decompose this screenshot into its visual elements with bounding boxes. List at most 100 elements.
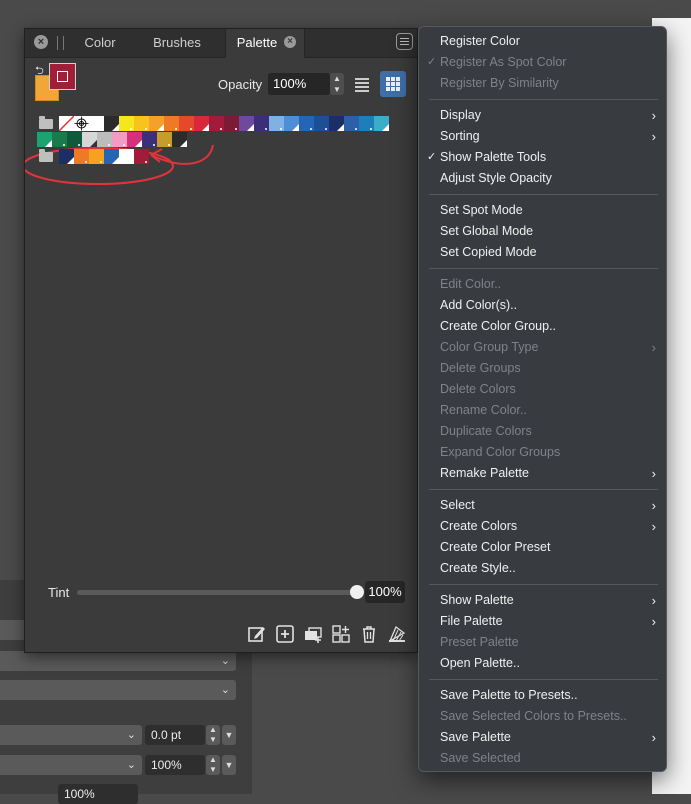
menu-item-register-color[interactable]: Register Color — [419, 31, 666, 52]
bg-dropdown-3[interactable]: ⌄ — [0, 680, 236, 700]
color-swatch[interactable] — [74, 116, 89, 131]
color-swatch[interactable] — [142, 132, 157, 147]
color-swatch[interactable] — [344, 116, 359, 131]
color-swatch[interactable] — [359, 116, 374, 131]
color-swatch[interactable] — [37, 132, 52, 147]
close-tab-icon[interactable]: × — [284, 36, 296, 48]
color-swatch[interactable] — [299, 116, 314, 131]
color-swatch[interactable] — [209, 116, 224, 131]
remake-palette-icon[interactable] — [387, 624, 407, 644]
tint-slider-handle[interactable] — [350, 585, 364, 599]
menu-item-create-color-preset[interactable]: Create Color Preset — [419, 537, 666, 558]
menu-item-create-color-group[interactable]: Create Color Group.. — [419, 316, 666, 337]
menu-item-label: Show Palette Tools — [440, 150, 547, 164]
color-swatch[interactable] — [224, 116, 239, 131]
color-swatch[interactable] — [134, 149, 149, 164]
menu-item-select[interactable]: Select › — [419, 495, 666, 516]
menu-separator — [429, 679, 658, 680]
tint-slider[interactable] — [77, 590, 358, 595]
annotation-arrow — [150, 144, 214, 165]
menu-item-set-global-mode[interactable]: Set Global Mode — [419, 221, 666, 242]
bg-dropdown-arrow-2[interactable]: ▼ — [222, 755, 236, 775]
color-swatch[interactable] — [104, 116, 119, 131]
color-swatch[interactable] — [314, 116, 329, 131]
chevron-right-icon: › — [651, 340, 656, 355]
menu-item-open-palette[interactable]: Open Palette.. — [419, 653, 666, 674]
delete-icon[interactable] — [359, 624, 379, 644]
panel-grip-handle[interactable] — [57, 36, 64, 50]
menu-item-file-palette[interactable]: File Palette › — [419, 611, 666, 632]
tab-brushes[interactable]: Brushes — [143, 29, 211, 57]
list-view-icon[interactable] — [353, 74, 371, 94]
menu-item-create-style[interactable]: Create Style.. — [419, 558, 666, 579]
color-swatch[interactable] — [119, 116, 134, 131]
menu-item-adjust-style-opacity[interactable]: Adjust Style Opacity — [419, 168, 666, 189]
color-swatch[interactable] — [374, 116, 389, 131]
color-swatch[interactable] — [172, 132, 187, 147]
color-swatch[interactable] — [52, 132, 67, 147]
menu-item-set-copied-mode[interactable]: Set Copied Mode — [419, 242, 666, 263]
color-swatch[interactable] — [239, 116, 254, 131]
menu-item-label: Create Color Group.. — [440, 319, 557, 333]
color-swatch[interactable] — [74, 149, 89, 164]
grid-view-icon[interactable] — [380, 71, 406, 97]
menu-item-save-palette[interactable]: Save Palette › — [419, 727, 666, 748]
menu-item-save-palette-to-presets[interactable]: Save Palette to Presets.. — [419, 685, 666, 706]
color-swatch[interactable] — [179, 116, 194, 131]
menu-item-edit-color: Edit Color.. — [419, 274, 666, 295]
bg-dropdown-5[interactable]: ⌄ — [0, 755, 142, 775]
color-swatch[interactable] — [269, 116, 284, 131]
color-swatch[interactable] — [112, 132, 127, 147]
color-swatch[interactable] — [82, 132, 97, 147]
palette-group-folder-icon[interactable] — [39, 116, 53, 129]
color-swatch[interactable] — [134, 116, 149, 131]
edit-color-icon[interactable] — [247, 624, 267, 644]
menu-item-set-spot-mode[interactable]: Set Spot Mode — [419, 200, 666, 221]
bg-dropdown-arrow-1[interactable]: ▼ — [222, 725, 236, 745]
tint-input[interactable]: 100% — [365, 581, 405, 603]
menu-item-show-palette[interactable]: Show Palette › — [419, 590, 666, 611]
menu-item-display[interactable]: Display › — [419, 105, 666, 126]
palette-group-folder-icon[interactable] — [39, 149, 53, 162]
menu-item-sorting[interactable]: Sorting › — [419, 126, 666, 147]
bg-field-pct-2[interactable]: 100% — [58, 784, 138, 804]
color-swatch[interactable] — [59, 116, 74, 131]
color-swatch[interactable] — [127, 132, 142, 147]
color-swatch[interactable] — [59, 149, 74, 164]
color-swatch[interactable] — [89, 149, 104, 164]
create-preset-icon[interactable] — [331, 624, 351, 644]
color-swatch[interactable] — [194, 116, 209, 131]
bg-dropdown-2[interactable]: ⌄ — [0, 651, 236, 671]
color-swatch[interactable] — [89, 116, 104, 131]
menu-item-color-group-type: Color Group Type › — [419, 337, 666, 358]
menu-item-create-colors[interactable]: Create Colors › — [419, 516, 666, 537]
color-swatch[interactable] — [149, 116, 164, 131]
color-swatch[interactable] — [119, 149, 134, 164]
color-swatch[interactable] — [157, 132, 172, 147]
menu-item-add-color-s[interactable]: Add Color(s).. — [419, 295, 666, 316]
menu-item-label: Remake Palette — [440, 466, 529, 480]
color-swatch[interactable] — [329, 116, 344, 131]
stroke-color-well[interactable] — [49, 63, 76, 90]
bg-dropdown-4[interactable]: ⌄ — [0, 725, 142, 745]
opacity-input[interactable]: 100% — [268, 73, 330, 95]
color-swatch[interactable] — [254, 116, 269, 131]
color-swatch[interactable] — [284, 116, 299, 131]
add-color-icon[interactable] — [275, 624, 295, 644]
color-swatch[interactable] — [164, 116, 179, 131]
menu-item-show-palette-tools[interactable]: ✓ Show Palette Tools — [419, 147, 666, 168]
menu-item-remake-palette[interactable]: Remake Palette › — [419, 463, 666, 484]
opacity-stepper[interactable]: ▲ ▼ — [330, 73, 344, 95]
panel-menu-icon[interactable] — [396, 33, 413, 50]
color-swatch[interactable] — [104, 149, 119, 164]
panel-tab-bar: × Color Brushes Palette × — [25, 29, 417, 58]
close-panel-icon[interactable]: × — [34, 35, 48, 49]
bg-stepper-1[interactable]: ▲ ▼ — [206, 725, 220, 745]
bg-field-pct-1[interactable]: 100% — [145, 755, 205, 775]
tab-color[interactable]: Color — [73, 29, 127, 57]
bg-field-pt[interactable]: 0.0 pt — [145, 725, 205, 745]
color-swatch[interactable] — [67, 132, 82, 147]
add-group-icon[interactable] — [303, 624, 323, 644]
color-swatch[interactable] — [97, 132, 112, 147]
bg-stepper-2[interactable]: ▲ ▼ — [206, 755, 220, 775]
